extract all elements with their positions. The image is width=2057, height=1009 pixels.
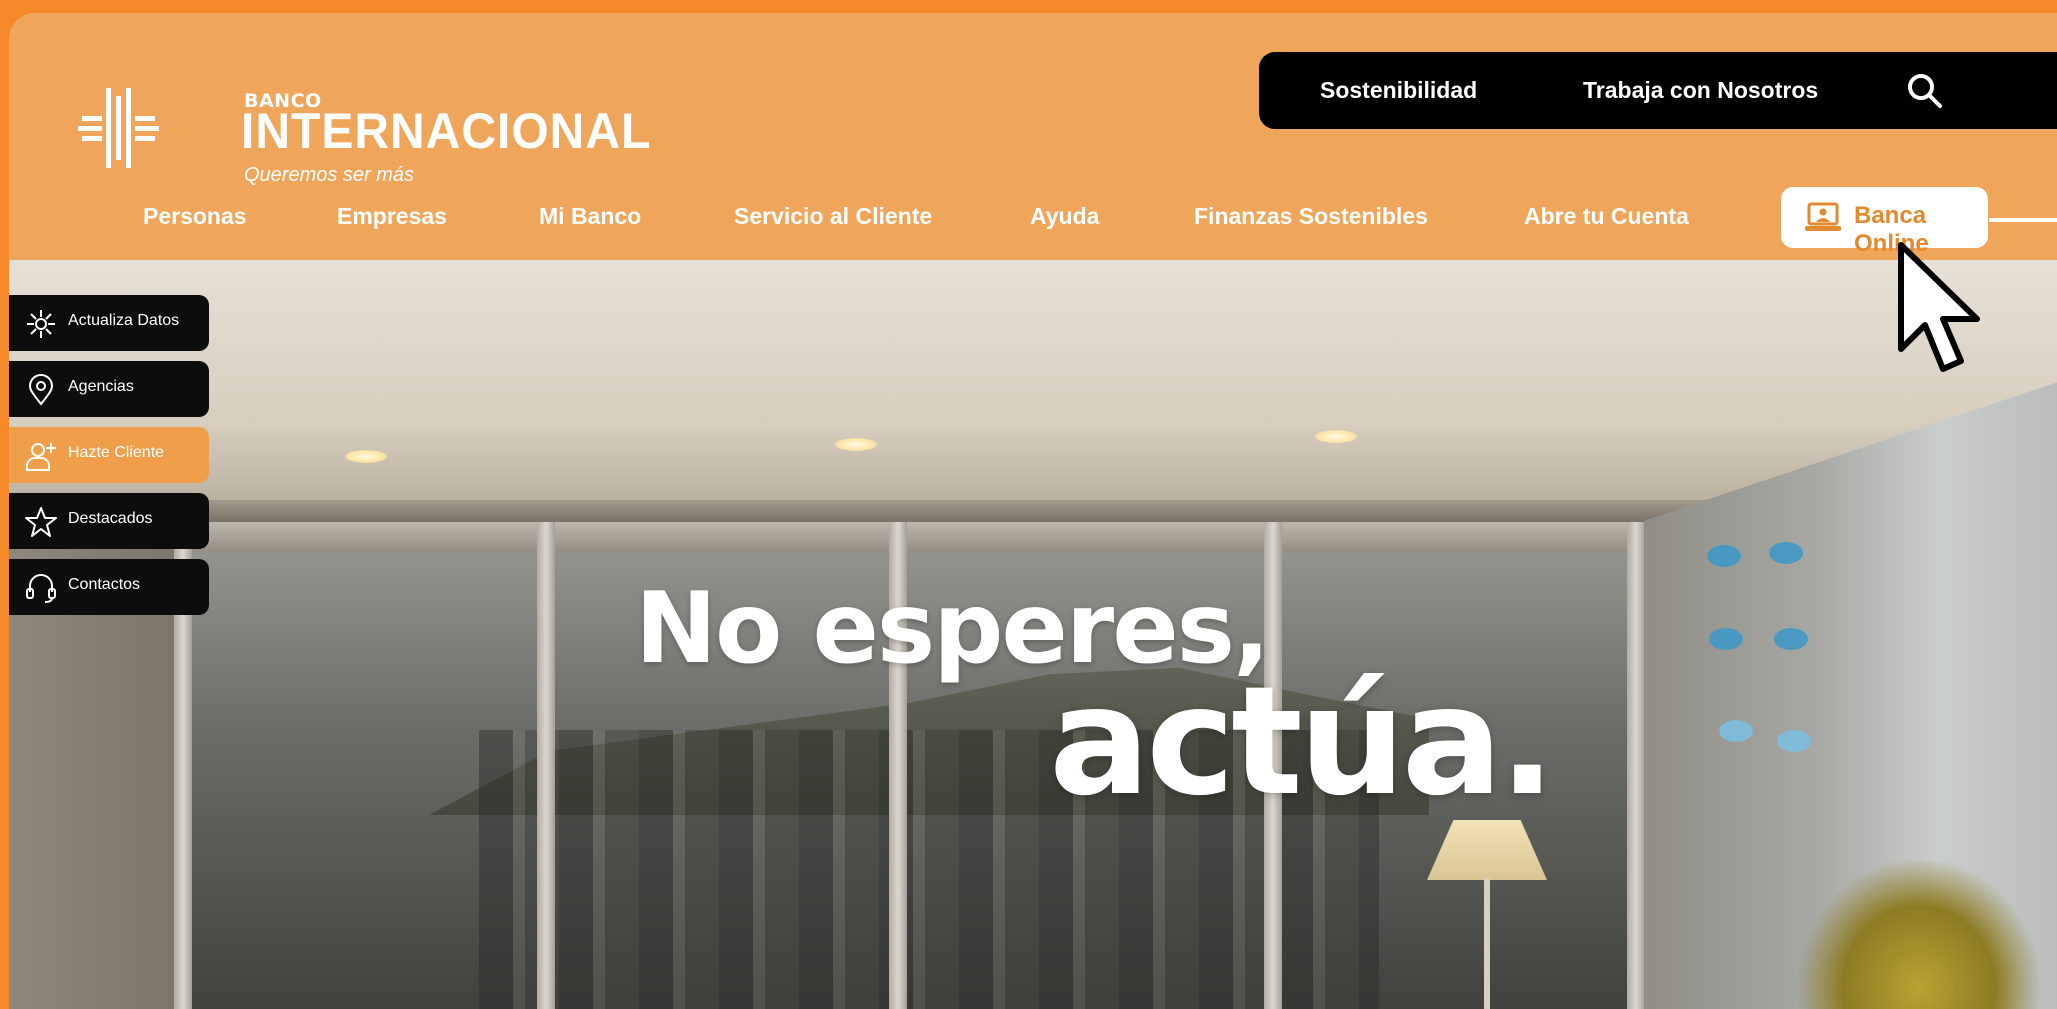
quick-item-hazte-cliente[interactable]: Hazte Cliente bbox=[9, 427, 209, 483]
site-header: BANCO INTERNACIONAL Queremos ser más Sos… bbox=[9, 13, 2057, 260]
add-user-icon bbox=[26, 443, 56, 471]
trabaja-con-nosotros-link[interactable]: Trabaja con Nosotros bbox=[1583, 52, 1818, 129]
window-mullion bbox=[1627, 522, 1645, 1009]
ceiling-light bbox=[1315, 430, 1357, 443]
top-utility-bar: Sostenibilidad Trabaja con Nosotros bbox=[1259, 52, 2057, 129]
logo-mark-icon bbox=[78, 88, 159, 168]
brand-logo[interactable]: BANCO INTERNACIONAL Queremos ser más bbox=[78, 76, 650, 191]
browser-viewport: BANCO INTERNACIONAL Queremos ser más Sos… bbox=[9, 13, 2057, 1009]
star-icon bbox=[25, 507, 57, 537]
ceiling-light bbox=[345, 450, 387, 463]
update-data-icon bbox=[27, 310, 55, 338]
hero-window-frame bbox=[174, 522, 1644, 552]
quick-item-agencias[interactable]: Agencias bbox=[9, 361, 209, 417]
nav-item-empresas[interactable]: Empresas bbox=[337, 203, 447, 230]
decor-fish bbox=[1709, 628, 1743, 650]
nav-item-abre-tu-cuenta[interactable]: Abre tu Cuenta bbox=[1524, 203, 1689, 230]
hero-plant bbox=[1799, 860, 2039, 1009]
logo-name-text: INTERNACIONAL bbox=[241, 103, 652, 160]
nav-item-servicio-al-cliente[interactable]: Servicio al Cliente bbox=[734, 203, 932, 230]
hero-ceiling bbox=[9, 260, 2057, 510]
banca-online-button[interactable]: Banca Online bbox=[1781, 187, 1988, 257]
headset-icon bbox=[26, 574, 56, 603]
quick-item-actualiza-datos[interactable]: Actualiza Datos bbox=[9, 295, 209, 351]
quick-item-label: Hazte Cliente bbox=[68, 444, 165, 461]
hero-headline-line2: actúa. bbox=[1049, 655, 1556, 829]
hero-lamp-pole bbox=[1484, 878, 1490, 1009]
decor-fish bbox=[1777, 730, 1811, 752]
main-nav: Personas Empresas Mi Banco Servicio al C… bbox=[9, 203, 2057, 247]
quick-item-label: Agencias bbox=[68, 378, 134, 395]
nav-item-mi-banco[interactable]: Mi Banco bbox=[539, 203, 641, 230]
banca-online-connector bbox=[1989, 218, 2057, 222]
nav-item-finanzas-sostenibles[interactable]: Finanzas Sostenibles bbox=[1194, 203, 1428, 230]
laptop-user-icon bbox=[1805, 202, 1841, 231]
ceiling-light bbox=[835, 438, 877, 451]
decor-fish bbox=[1769, 542, 1803, 564]
quick-item-label: Destacados bbox=[68, 510, 153, 527]
nav-item-ayuda[interactable]: Ayuda bbox=[1030, 203, 1099, 230]
quick-item-label: Contactos bbox=[68, 576, 141, 593]
mouse-cursor-icon bbox=[1898, 242, 1980, 372]
quick-item-contactos[interactable]: Contactos bbox=[9, 559, 209, 615]
hero-banner: No esperes, actúa. bbox=[9, 260, 2057, 1009]
search-icon[interactable] bbox=[1906, 72, 1944, 110]
decor-fish bbox=[1774, 628, 1808, 650]
nav-item-personas[interactable]: Personas bbox=[143, 203, 247, 230]
quick-item-label: Actualiza Datos bbox=[68, 312, 180, 329]
decor-fish bbox=[1719, 720, 1753, 742]
sostenibilidad-link[interactable]: Sostenibilidad bbox=[1320, 52, 1477, 129]
window-mullion bbox=[537, 522, 555, 1009]
location-pin-icon bbox=[28, 374, 54, 406]
quick-item-destacados[interactable]: Destacados bbox=[9, 493, 209, 549]
logo-tagline: Queremos ser más bbox=[244, 164, 415, 186]
decor-fish bbox=[1707, 545, 1741, 567]
